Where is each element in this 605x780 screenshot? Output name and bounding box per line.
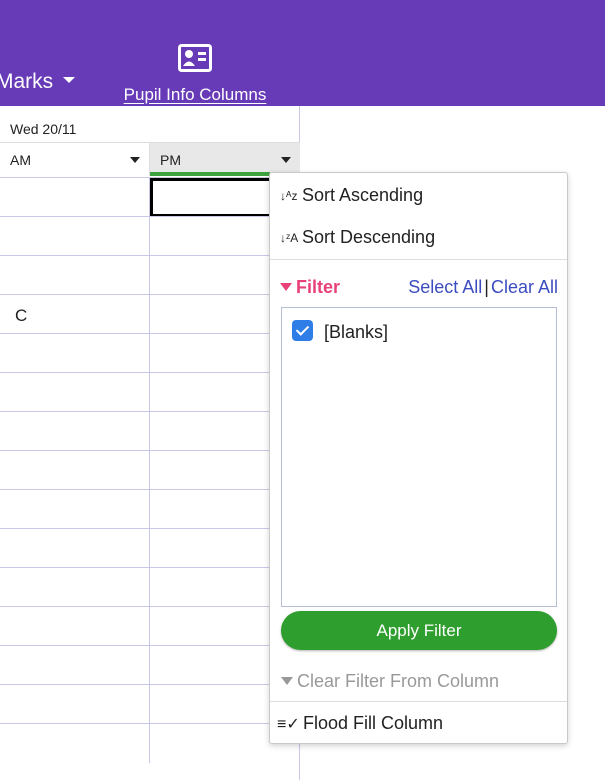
table-row [0, 333, 300, 373]
table-row [0, 177, 300, 217]
cell-am[interactable] [0, 529, 150, 568]
marks-menu-label: Marks [0, 70, 54, 93]
column-header-label: PM [160, 152, 181, 168]
top-toolbar: Marks Pupil Info Columns [0, 0, 605, 106]
link-separator: | [484, 277, 489, 297]
flood-fill-label: Flood Fill Column [303, 713, 444, 733]
active-column-indicator [150, 172, 270, 176]
filter-icon [281, 677, 293, 685]
checkbox-checked-icon[interactable] [292, 320, 313, 341]
marks-menu[interactable]: Marks [0, 70, 76, 94]
apply-filter-button[interactable]: Apply Filter [281, 611, 557, 650]
flood-fill-icon: ≡✓ [277, 716, 300, 733]
table-row [0, 645, 300, 685]
sort-descending-label: Sort Descending [302, 227, 436, 247]
contact-card-icon [178, 44, 212, 72]
column-dropdown-icon[interactable] [121, 143, 149, 176]
table-row [0, 411, 300, 451]
sort-descending-item[interactable]: ↓ᶻA Sort Descending [280, 227, 435, 248]
cell-am[interactable] [0, 685, 150, 724]
date-label: Wed 20/11 [10, 121, 77, 137]
table-row [0, 450, 300, 490]
filter-icon [280, 283, 292, 291]
table-row [0, 528, 300, 568]
cell-am[interactable] [0, 724, 150, 763]
flood-fill-column-item[interactable]: ≡✓ Flood Fill Column [277, 713, 443, 734]
column-menu: ↓ᴬz Sort Ascending ↓ᶻA Sort Descending Fil… [269, 172, 568, 744]
cell-am[interactable] [0, 607, 150, 646]
sort-ascending-label: Sort Ascending [302, 185, 424, 205]
clear-filter-label: Clear Filter From Column [297, 671, 500, 691]
table-row [0, 567, 300, 607]
caret-down-icon [63, 77, 76, 83]
table-row [0, 255, 300, 295]
cell-am[interactable] [0, 217, 150, 256]
cell-am[interactable] [0, 451, 150, 490]
filter-option-label: [Blanks] [324, 322, 389, 342]
filter-option-blanks[interactable]: [Blanks] [292, 320, 388, 343]
cell-am[interactable] [0, 256, 150, 295]
cell-am[interactable] [0, 568, 150, 607]
table-row [0, 216, 300, 256]
table-row [0, 489, 300, 529]
cell-am[interactable]: C [0, 295, 150, 334]
clear-filter-from-column-item[interactable]: Clear Filter From Column [281, 671, 499, 692]
filter-options-list: [Blanks] [281, 307, 557, 607]
sort-ascending-item[interactable]: ↓ᴬz Sort Ascending [280, 185, 423, 206]
filter-links: Select All | Clear All [408, 277, 558, 298]
cell-value: C [15, 306, 28, 325]
filter-header: Filter Select All | Clear All [280, 277, 558, 298]
cell-am[interactable] [0, 373, 150, 412]
date-header: Wed 20/11 [0, 106, 300, 143]
menu-divider [270, 701, 567, 702]
pupil-info-columns-button[interactable]: Pupil Info Columns [110, 44, 280, 105]
menu-divider [270, 259, 567, 260]
table-row: C [0, 294, 300, 334]
cell-am[interactable] [0, 646, 150, 685]
cell-am[interactable] [0, 178, 150, 217]
clear-all-link[interactable]: Clear All [491, 277, 558, 297]
select-all-link[interactable]: Select All [408, 277, 482, 297]
pupil-info-columns-label: Pupil Info Columns [123, 85, 267, 104]
table-row [0, 606, 300, 646]
table-row [0, 684, 300, 724]
cell-am[interactable] [0, 334, 150, 373]
sort-ascending-icon: ↓ᴬz [280, 189, 298, 203]
column-header-label: AM [10, 152, 31, 168]
filter-label: Filter [296, 277, 341, 297]
sort-descending-icon: ↓ᶻA [280, 231, 299, 245]
marks-grid: Wed 20/11 AM PM C [0, 106, 300, 780]
cell-am[interactable] [0, 490, 150, 529]
cell-am[interactable] [0, 412, 150, 451]
column-header-am[interactable]: AM [0, 143, 150, 176]
table-row [0, 372, 300, 412]
table-row [0, 723, 300, 763]
